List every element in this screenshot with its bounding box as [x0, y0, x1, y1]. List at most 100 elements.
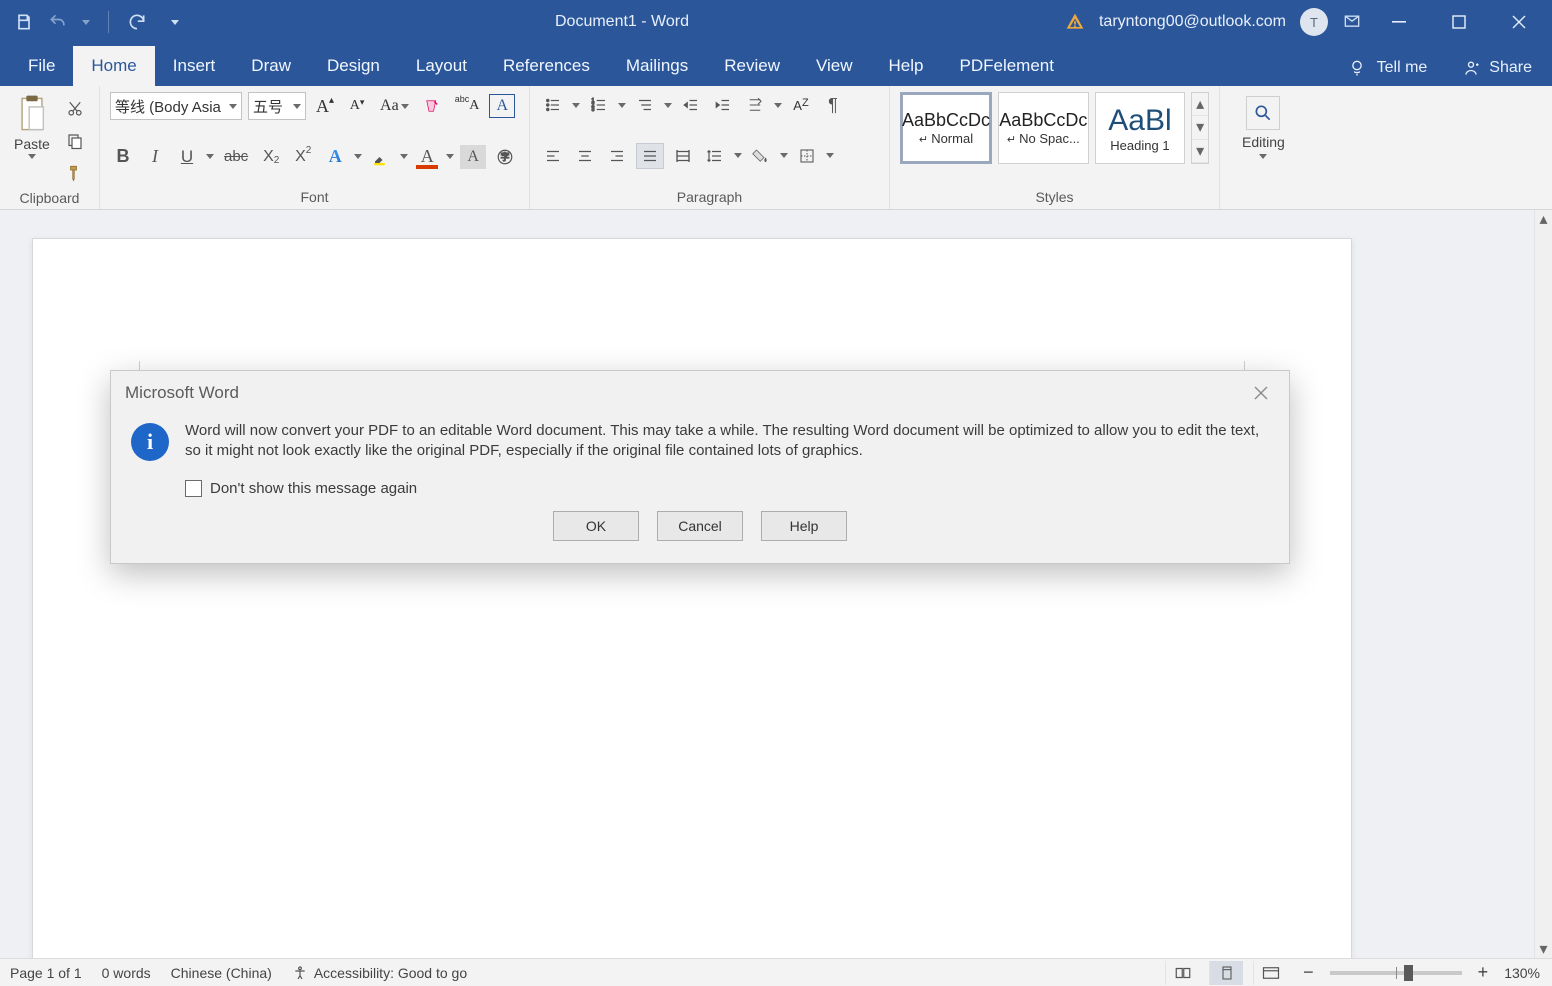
font-color-icon[interactable]: A: [414, 144, 440, 170]
tell-me[interactable]: Tell me: [1333, 58, 1442, 86]
tab-layout[interactable]: Layout: [398, 46, 485, 86]
shading-icon[interactable]: [748, 143, 774, 169]
checkbox-box[interactable]: [185, 480, 202, 497]
tab-file[interactable]: File: [10, 46, 73, 86]
save-icon[interactable]: [14, 12, 34, 32]
print-layout-icon[interactable]: [1209, 961, 1243, 985]
tab-design[interactable]: Design: [309, 46, 398, 86]
repeat-icon[interactable]: [127, 12, 147, 32]
clear-formatting-icon[interactable]: [419, 93, 445, 119]
dont-show-again-checkbox[interactable]: Don't show this message again: [185, 480, 1269, 497]
font-size-combo[interactable]: 五号: [248, 92, 306, 120]
tab-review[interactable]: Review: [706, 46, 798, 86]
vertical-scrollbar[interactable]: ▴ ▾: [1534, 210, 1552, 958]
zoom-level[interactable]: 130%: [1504, 965, 1540, 981]
tab-mailings[interactable]: Mailings: [608, 46, 706, 86]
styles-scroll-down-icon[interactable]: ▾: [1192, 116, 1208, 139]
web-layout-icon[interactable]: [1253, 961, 1287, 985]
paste-dropdown-icon[interactable]: [28, 154, 36, 159]
multilevel-list-icon[interactable]: [632, 92, 658, 118]
align-right-icon[interactable]: [604, 143, 630, 169]
bullets-dropdown-icon[interactable]: [572, 103, 580, 108]
character-shading-icon[interactable]: A: [460, 145, 486, 169]
style-normal[interactable]: AaBbCcDc ↵ Normal: [900, 92, 992, 164]
asian-layout-dropdown-icon[interactable]: [774, 103, 782, 108]
tab-help[interactable]: Help: [871, 46, 942, 86]
ribbon-display-options-icon[interactable]: [1342, 12, 1362, 32]
status-word-count[interactable]: 0 words: [102, 965, 151, 981]
distributed-icon[interactable]: [670, 143, 696, 169]
undo-dropdown-icon[interactable]: [82, 20, 90, 25]
align-left-icon[interactable]: [540, 143, 566, 169]
borders-dropdown-icon[interactable]: [826, 153, 834, 158]
text-effects-icon[interactable]: A: [322, 144, 348, 170]
increase-indent-icon[interactable]: [710, 92, 736, 118]
bold-icon[interactable]: B: [110, 144, 136, 170]
highlight-dropdown-icon[interactable]: [400, 154, 408, 159]
character-border-icon[interactable]: A: [489, 94, 515, 118]
strikethrough-icon[interactable]: abc: [220, 144, 252, 170]
numbering-dropdown-icon[interactable]: [618, 103, 626, 108]
undo-icon[interactable]: [48, 12, 68, 32]
change-case-icon[interactable]: Aa: [376, 93, 413, 119]
tab-insert[interactable]: Insert: [155, 46, 234, 86]
shading-dropdown-icon[interactable]: [780, 153, 788, 158]
find-icon[interactable]: [1246, 96, 1280, 130]
bullets-icon[interactable]: [540, 92, 566, 118]
underline-icon[interactable]: U: [174, 144, 200, 170]
tab-pdfelement[interactable]: PDFelement: [942, 46, 1072, 86]
paste-button[interactable]: Paste: [10, 92, 54, 161]
maximize-button[interactable]: [1436, 0, 1482, 44]
decrease-indent-icon[interactable]: [678, 92, 704, 118]
line-spacing-dropdown-icon[interactable]: [734, 153, 742, 158]
cut-icon[interactable]: [62, 96, 88, 122]
cancel-button[interactable]: Cancel: [657, 511, 743, 541]
superscript-icon[interactable]: X2: [290, 144, 316, 170]
font-color-dropdown-icon[interactable]: [446, 154, 454, 159]
multilevel-dropdown-icon[interactable]: [664, 103, 672, 108]
status-page[interactable]: Page 1 of 1: [10, 965, 82, 981]
zoom-in-button[interactable]: +: [1472, 962, 1495, 983]
help-button[interactable]: Help: [761, 511, 847, 541]
grow-font-icon[interactable]: A▴: [312, 93, 338, 119]
styles-scroll-up-icon[interactable]: ▴: [1192, 93, 1208, 116]
dialog-close-button[interactable]: [1247, 381, 1275, 405]
numbering-icon[interactable]: 123: [586, 92, 612, 118]
underline-dropdown-icon[interactable]: [206, 154, 214, 159]
italic-icon[interactable]: I: [142, 144, 168, 170]
tab-references[interactable]: References: [485, 46, 608, 86]
warning-icon[interactable]: [1065, 12, 1085, 32]
account-email[interactable]: taryntong00@outlook.com: [1099, 13, 1286, 31]
zoom-slider[interactable]: [1330, 971, 1462, 975]
tab-draw[interactable]: Draw: [233, 46, 309, 86]
ok-button[interactable]: OK: [553, 511, 639, 541]
line-spacing-icon[interactable]: [702, 143, 728, 169]
show-marks-icon[interactable]: ¶: [820, 92, 846, 118]
subscript-icon[interactable]: X2: [258, 144, 284, 170]
scroll-up-icon[interactable]: ▴: [1535, 210, 1552, 228]
scroll-down-icon[interactable]: ▾: [1535, 940, 1552, 958]
phonetic-guide-icon[interactable]: abcA: [451, 93, 484, 119]
close-button[interactable]: [1496, 0, 1542, 44]
style-heading-1[interactable]: AaBl Heading 1: [1095, 92, 1186, 164]
asian-layout-icon[interactable]: [742, 92, 768, 118]
status-language[interactable]: Chinese (China): [171, 965, 272, 981]
shrink-font-icon[interactable]: A▾: [344, 93, 370, 119]
sort-icon[interactable]: AZ: [788, 92, 814, 118]
highlight-icon[interactable]: [368, 144, 394, 170]
tab-view[interactable]: View: [798, 46, 871, 86]
text-effects-dropdown-icon[interactable]: [354, 154, 362, 159]
zoom-thumb[interactable]: [1404, 965, 1413, 981]
enclose-characters-icon[interactable]: 字: [492, 144, 518, 170]
qat-customize-icon[interactable]: [171, 20, 179, 25]
zoom-out-button[interactable]: −: [1297, 962, 1320, 983]
tab-home[interactable]: Home: [73, 46, 154, 86]
borders-icon[interactable]: [794, 143, 820, 169]
style-no-spacing[interactable]: AaBbCcDc ↵ No Spac...: [998, 92, 1089, 164]
align-center-icon[interactable]: [572, 143, 598, 169]
styles-more-icon[interactable]: ▾: [1192, 140, 1208, 163]
share-button[interactable]: Share: [1441, 58, 1552, 86]
status-accessibility[interactable]: Accessibility: Good to go: [292, 965, 467, 981]
editing-dropdown-icon[interactable]: [1259, 154, 1267, 159]
format-painter-icon[interactable]: [62, 160, 88, 186]
